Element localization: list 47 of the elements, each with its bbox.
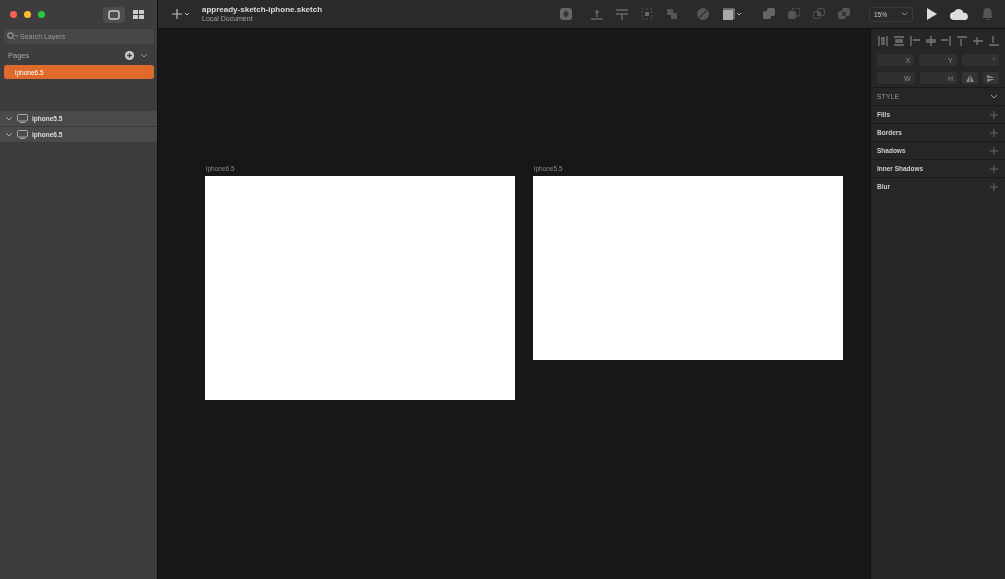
intersect-icon[interactable] <box>813 8 825 20</box>
resize-menu-icon[interactable] <box>722 8 744 20</box>
symbol-icon[interactable] <box>560 8 572 20</box>
window-icon <box>108 9 120 20</box>
align-bottom-icon[interactable] <box>591 8 603 20</box>
chevron-icon[interactable] <box>990 94 998 99</box>
align-icon[interactable] <box>973 36 984 46</box>
align-icon[interactable] <box>941 36 952 46</box>
canvas-view-button[interactable] <box>103 6 125 23</box>
ungroup-icon[interactable] <box>666 8 678 20</box>
add-icon[interactable] <box>990 164 998 173</box>
insert-button[interactable] <box>172 9 190 19</box>
align-icon[interactable] <box>957 36 968 46</box>
bell-icon[interactable] <box>982 8 993 20</box>
mask-icon[interactable] <box>697 8 709 20</box>
add-icon[interactable] <box>990 146 998 155</box>
union-icon[interactable] <box>763 8 775 20</box>
monitor-icon <box>17 114 28 123</box>
disclosure-icon[interactable] <box>5 116 13 121</box>
group-icon[interactable] <box>641 8 653 20</box>
flip-horizontal-icon <box>966 74 974 82</box>
align-icon[interactable] <box>878 36 888 46</box>
chevron-icon <box>901 12 908 16</box>
close-button[interactable] <box>10 11 17 18</box>
add-icon[interactable] <box>990 110 998 119</box>
chevron-icon[interactable] <box>140 52 148 58</box>
add-page-icon[interactable] <box>125 50 134 60</box>
flip-vertical-button[interactable] <box>983 72 999 84</box>
flip-vertical-icon <box>987 74 995 82</box>
play-icon[interactable] <box>926 8 937 20</box>
document-title: appready-sketch-iphone.sketch <box>202 5 323 15</box>
grid-icon <box>132 9 144 20</box>
distribute-icon[interactable] <box>616 8 628 20</box>
monitor-icon <box>17 130 28 139</box>
align-icon[interactable] <box>988 36 999 46</box>
align-icon[interactable] <box>909 36 920 46</box>
subtract-icon[interactable] <box>788 8 800 20</box>
add-icon[interactable] <box>990 128 998 137</box>
cloud-icon[interactable] <box>950 8 969 20</box>
flip-horizontal-button[interactable] <box>962 72 978 84</box>
disclosure-icon[interactable] <box>5 132 13 137</box>
align-icon[interactable] <box>893 36 904 46</box>
add-icon[interactable] <box>990 182 998 191</box>
align-icon[interactable] <box>925 36 936 46</box>
difference-icon[interactable] <box>838 8 850 20</box>
minimize-button[interactable] <box>24 11 31 18</box>
zoom-button[interactable] <box>38 11 45 18</box>
